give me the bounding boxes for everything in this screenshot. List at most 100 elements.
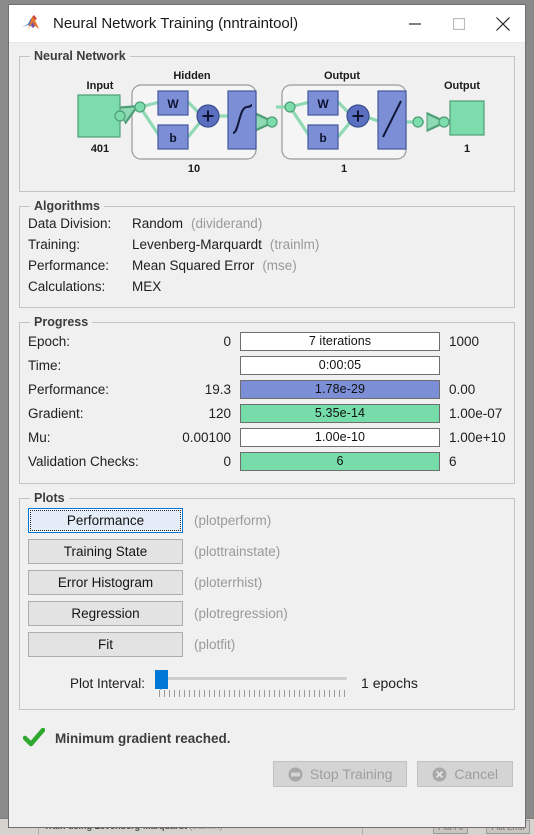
- slider-track[interactable]: [159, 677, 348, 680]
- time-value: 0:00:05: [318, 358, 362, 372]
- mu-min: 0.00100: [182, 429, 231, 445]
- mu-label: Mu:: [28, 429, 51, 445]
- close-icon: [496, 16, 510, 31]
- hidden-label: Hidden: [173, 70, 211, 82]
- plot-performance-button[interactable]: Performance: [28, 508, 183, 533]
- input-label: Input: [87, 80, 114, 92]
- valcheck-label: Validation Checks:: [28, 453, 139, 469]
- close-button[interactable]: [481, 5, 525, 43]
- algorithm-row-performance: Performance: Mean Squared Error (mse): [28, 255, 506, 276]
- data-division-label: Data Division:: [28, 216, 112, 231]
- input-block: [77, 94, 121, 138]
- stop-training-button[interactable]: Stop Training: [272, 761, 408, 787]
- output-size: 1: [464, 143, 470, 155]
- training-label: Training:: [28, 237, 81, 252]
- slider-ticks: [159, 690, 348, 697]
- cancel-circle-icon: [432, 767, 447, 781]
- time-bar: 0:00:05: [240, 355, 440, 375]
- progress-row-gradient: Gradient: 120 5.35e-14 1.00e-07: [28, 401, 506, 425]
- algorithms-panel: Algorithms Data Division: Random (divide…: [19, 199, 515, 308]
- algorithm-row-calculations: Calculations: MEX: [28, 276, 506, 297]
- gradient-label: Gradient:: [28, 405, 84, 421]
- plot-row-error-histogram: Error Histogram (ploterrhist): [28, 567, 506, 598]
- maximize-icon: [453, 17, 465, 30]
- gradient-max: 1.00e-07: [449, 405, 503, 421]
- minimize-button[interactable]: [393, 5, 437, 43]
- plot-row-training-state: Training State (plottrainstate): [28, 536, 506, 567]
- maximize-button[interactable]: [437, 5, 481, 43]
- stop-training-label: Stop Training: [309, 766, 393, 782]
- valcheck-max: 6: [449, 453, 457, 469]
- minimize-icon: [409, 22, 421, 25]
- cancel-button[interactable]: Cancel: [417, 761, 513, 787]
- hidden-transfer-block: [227, 90, 257, 150]
- data-division-func: (dividerand): [191, 216, 263, 231]
- mu-max: 1.00e+10: [449, 429, 506, 445]
- epoch-max: 1000: [449, 333, 480, 349]
- progress-row-time: Time: 0:00:05: [28, 353, 506, 377]
- time-label: Time:: [28, 357, 62, 373]
- output-label: Output: [444, 80, 480, 92]
- hidden-input-node: [134, 101, 146, 113]
- plot-row-fit: Fit (plotfit): [28, 629, 506, 660]
- mu-value: 1.00e-10: [314, 430, 366, 444]
- green-check-icon: [23, 728, 45, 747]
- window-title: Neural Network Training (nntraintool): [53, 15, 299, 32]
- output-input-node: [284, 101, 296, 113]
- progress-row-mu: Mu: 0.00100 1.00e-10 1.00e+10: [28, 425, 506, 449]
- status-message: Minimum gradient reached.: [55, 730, 231, 746]
- algorithm-row-data-division: Data Division: Random (dividerand): [28, 213, 506, 234]
- data-division-value: Random: [132, 216, 184, 231]
- progress-legend: Progress: [34, 315, 89, 329]
- progress-panel: Progress Epoch: 0 7 iterations 1000 Time…: [19, 315, 515, 484]
- performance-label: Performance:: [28, 258, 110, 273]
- slider-thumb[interactable]: [155, 670, 169, 690]
- hidden-weight-label: W: [167, 97, 179, 111]
- action-button-row: Stop Training Cancel: [19, 757, 515, 787]
- valcheck-bar: 6: [240, 451, 440, 471]
- output-bias-label: b: [319, 131, 326, 145]
- hidden-bias-label: b: [169, 131, 176, 145]
- matlab-membrane-icon: [22, 14, 39, 29]
- neural-network-legend: Neural Network: [34, 49, 126, 63]
- output-weight-label: W: [317, 97, 329, 111]
- perf-min: 19.3: [204, 381, 231, 397]
- progress-row-epoch: Epoch: 0 7 iterations 1000: [28, 329, 506, 353]
- gradient-bar: 5.35e-14: [240, 403, 440, 423]
- progress-row-performance: Performance: 19.3 1.78e-29 0.00: [28, 377, 506, 401]
- output-layer-node: [412, 116, 424, 128]
- progress-row-validation-checks: Validation Checks: 0 6 6: [28, 449, 506, 473]
- epoch-bar: 7 iterations: [240, 331, 440, 351]
- training-func: (trainlm): [269, 237, 320, 252]
- valcheck-min: 0: [223, 453, 231, 469]
- perf-label: Performance:: [28, 381, 110, 397]
- plot-training-state-button[interactable]: Training State: [28, 539, 183, 564]
- plot-regression-button[interactable]: Regression: [28, 601, 183, 626]
- hidden-output-node: [266, 116, 278, 128]
- valcheck-value: 6: [336, 454, 344, 468]
- perf-value: 1.78e-29: [314, 382, 366, 396]
- plot-fit-button[interactable]: Fit: [28, 632, 183, 657]
- output-block: [449, 100, 485, 136]
- plot-row-regression: Regression (plotregression): [28, 598, 506, 629]
- input-size: 401: [91, 143, 109, 155]
- algorithms-legend: Algorithms: [34, 199, 100, 213]
- nntraintool-window: Neural Network Training (nntraintool) Ne…: [8, 4, 526, 828]
- plot-interval-slider[interactable]: [155, 668, 348, 698]
- neural-network-diagram: Input Hidden Output Output 401 W b 10 W …: [77, 70, 485, 175]
- plot-fit-func: (plotfit): [194, 637, 236, 652]
- performance-func: (mse): [262, 258, 297, 273]
- epoch-value: 7 iterations: [308, 334, 372, 348]
- gradient-min: 120: [208, 405, 231, 421]
- performance-value: Mean Squared Error: [132, 258, 255, 273]
- cancel-label: Cancel: [454, 766, 498, 782]
- gradient-value: 5.35e-14: [314, 406, 366, 420]
- plot-interval-value: 1 epochs: [361, 675, 418, 691]
- title-bar: Neural Network Training (nntraintool): [9, 5, 525, 43]
- epoch-min: 0: [223, 333, 231, 349]
- plot-error-histogram-button[interactable]: Error Histogram: [28, 570, 183, 595]
- epoch-label: Epoch:: [28, 333, 71, 349]
- plot-interval-row: Plot Interval: 1 epochs: [28, 663, 506, 703]
- plots-legend: Plots: [34, 491, 65, 505]
- algorithm-row-training: Training: Levenberg-Marquardt (trainlm): [28, 234, 506, 255]
